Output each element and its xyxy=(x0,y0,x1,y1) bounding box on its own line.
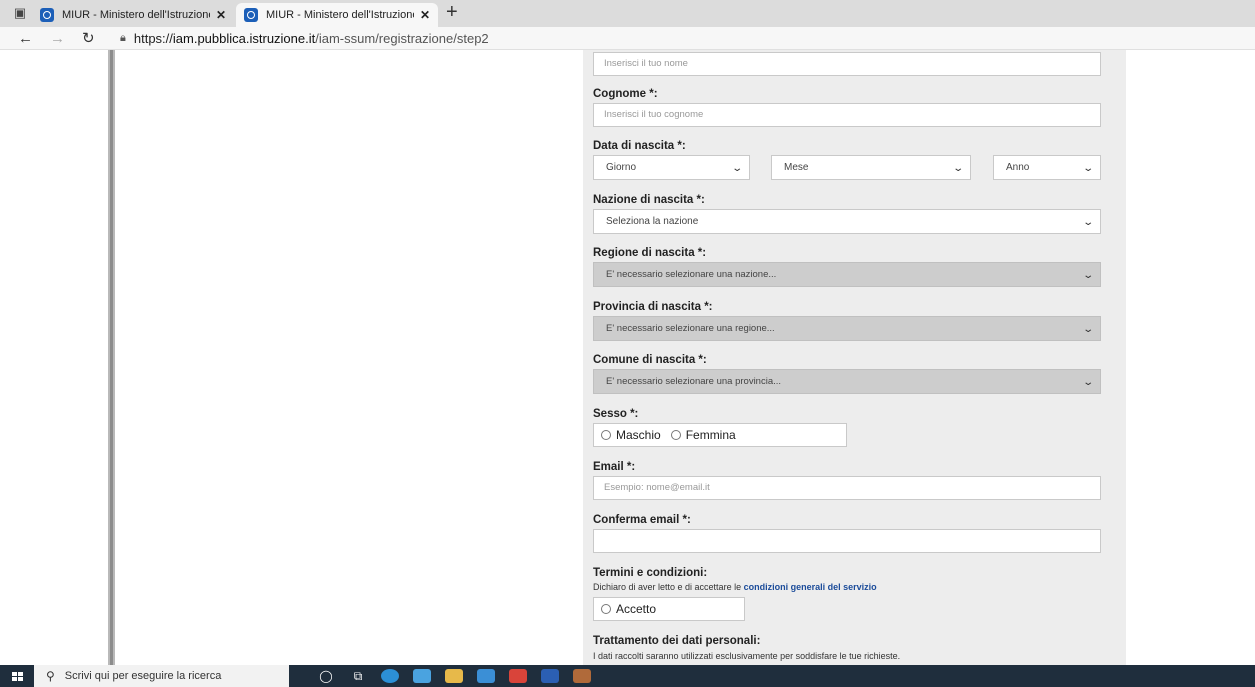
miur-favicon-icon xyxy=(40,8,54,22)
cognome-label: Cognome *: xyxy=(593,88,658,100)
conferma-email-label: Conferma email *: xyxy=(593,514,691,526)
provincia-label: Provincia di nascita *: xyxy=(593,301,713,313)
windows-start-icon[interactable] xyxy=(4,665,30,687)
sesso-label: Sesso *: xyxy=(593,408,639,420)
nazione-select[interactable]: Seleziona la nazione ⌄ xyxy=(593,209,1101,234)
edge-icon[interactable] xyxy=(375,665,405,687)
chevron-down-icon: ⌄ xyxy=(1081,270,1094,281)
chevron-down-icon: ⌄ xyxy=(1081,324,1094,335)
url-path: /iam-ssum/registrazione/step2 xyxy=(315,30,489,46)
radio-circle-icon[interactable] xyxy=(601,604,611,614)
task-view-icon[interactable]: ⧉ xyxy=(343,665,373,687)
mese-value: Mese xyxy=(784,162,809,173)
condizioni-link[interactable]: condizioni generali del servizio xyxy=(744,582,877,592)
search-placeholder: Scrivi qui per eseguire la ricerca xyxy=(64,670,222,682)
giorno-value: Giorno xyxy=(606,162,637,173)
radio-circle-icon[interactable] xyxy=(670,430,681,440)
nome-input[interactable]: Inserisci il tuo nome xyxy=(593,52,1101,76)
trattamento-label: Trattamento dei dati personali: xyxy=(593,635,761,647)
provincia-select[interactable]: E' necessario selezionare una regione...… xyxy=(593,316,1101,341)
conferma-email-input[interactable] xyxy=(593,529,1101,553)
termini-label: Termini e condizioni: xyxy=(593,567,708,579)
cortana-icon[interactable]: ◯ xyxy=(311,665,341,687)
lock-icon: 🔒︎ xyxy=(120,31,126,44)
app-photo-icon[interactable] xyxy=(567,665,597,687)
giorno-select[interactable]: Giorno ⌄ xyxy=(593,155,750,180)
comune-select[interactable]: E' necessario selezionare una provincia.… xyxy=(593,369,1101,394)
nazione-value: Seleziona la nazione xyxy=(606,216,699,227)
tab-actions-icon[interactable]: ▣ xyxy=(8,1,32,25)
new-tab-button[interactable]: + xyxy=(446,1,458,25)
mese-select[interactable]: Mese ⌄ xyxy=(771,155,971,180)
comune-label: Comune di nascita *: xyxy=(593,354,707,366)
taskbar-search[interactable]: ⚲ Scrivi qui per eseguire la ricerca xyxy=(34,665,289,687)
refresh-icon[interactable]: ↻ xyxy=(82,29,114,47)
chevron-down-icon: ⌄ xyxy=(1081,217,1094,228)
file-explorer-icon[interactable] xyxy=(439,665,469,687)
chevron-down-icon: ⌄ xyxy=(951,163,964,174)
femmina-label: Femmina xyxy=(685,428,736,442)
registration-form-panel: Inserisci il tuo nome Cognome *: Inseris… xyxy=(583,50,1126,665)
cognome-input[interactable]: Inserisci il tuo cognome xyxy=(593,103,1101,127)
address-bar-url[interactable]: https://iam.pubblica.istruzione.it/iam-s… xyxy=(134,31,489,46)
mail-icon[interactable] xyxy=(471,665,501,687)
provincia-value: E' necessario selezionare una regione... xyxy=(606,323,775,334)
accetto-label: Accetto xyxy=(616,602,657,616)
email-input[interactable]: Esempio: nome@email.it xyxy=(593,476,1101,500)
browser-tab-strip: ▣ MIUR - Ministero dell'Istruzione ✕ MIU… xyxy=(0,0,1255,27)
accetto-radio-group: Accetto xyxy=(593,597,745,621)
trattamento-text: I dati raccolti saranno utilizzati esclu… xyxy=(593,651,901,661)
miur-favicon-icon xyxy=(244,8,258,22)
termini-text-body: Dichiaro di aver letto e di accettare le xyxy=(593,582,742,592)
app-red-icon[interactable] xyxy=(503,665,533,687)
back-arrow-icon[interactable]: ← xyxy=(18,30,50,47)
email-label: Email *: xyxy=(593,461,636,473)
close-tab-icon[interactable]: ✕ xyxy=(420,8,430,22)
chevron-down-icon: ⌄ xyxy=(730,163,743,174)
regione-select[interactable]: E' necessario selezionare una nazione...… xyxy=(593,262,1101,287)
maschio-label: Maschio xyxy=(616,428,661,442)
browser-tab-1[interactable]: MIUR - Ministero dell'Istruzione ✕ xyxy=(32,3,234,27)
nazione-label: Nazione di nascita *: xyxy=(593,194,705,206)
windows-taskbar: ⚲ Scrivi qui per eseguire la ricerca ◯ ⧉ xyxy=(0,665,1255,687)
anno-value: Anno xyxy=(1006,162,1030,173)
page-content: Inserisci il tuo nome Cognome *: Inseris… xyxy=(0,50,1255,665)
word-icon[interactable] xyxy=(535,665,565,687)
sesso-radio-group: Maschio Femmina xyxy=(593,423,847,447)
url-host: iam.pubblica.istruzione.it xyxy=(172,30,316,46)
regione-label: Regione di nascita *: xyxy=(593,247,707,259)
femmina-option[interactable]: Femmina xyxy=(670,428,736,442)
chevron-down-icon: ⌄ xyxy=(1081,377,1094,388)
tab-title: MIUR - Ministero dell'Istruzione xyxy=(62,9,210,21)
search-icon: ⚲ xyxy=(46,669,55,683)
tab-title: MIUR - Ministero dell'Istruzione xyxy=(266,9,414,21)
left-divider xyxy=(108,50,115,665)
maschio-option[interactable]: Maschio xyxy=(601,428,661,442)
regione-value: E' necessario selezionare una nazione... xyxy=(606,269,777,280)
anno-select[interactable]: Anno ⌄ xyxy=(993,155,1101,180)
chevron-down-icon: ⌄ xyxy=(1081,163,1094,174)
termini-text: Dichiaro di aver letto e di accettare le… xyxy=(593,582,877,592)
forward-arrow-icon[interactable]: → xyxy=(50,30,82,47)
accetto-option[interactable]: Accetto xyxy=(601,602,656,616)
browser-navbar: ← → ↻ 🔒︎ https://iam.pubblica.istruzione… xyxy=(0,27,1255,50)
browser-tab-2[interactable]: MIUR - Ministero dell'Istruzione ✕ xyxy=(236,3,438,27)
url-scheme: https:// xyxy=(133,30,173,46)
store-icon[interactable] xyxy=(407,665,437,687)
close-tab-icon[interactable]: ✕ xyxy=(216,8,226,22)
comune-value: E' necessario selezionare una provincia.… xyxy=(606,376,782,387)
data-nascita-label: Data di nascita *: xyxy=(593,140,686,152)
radio-circle-icon[interactable] xyxy=(601,430,611,440)
